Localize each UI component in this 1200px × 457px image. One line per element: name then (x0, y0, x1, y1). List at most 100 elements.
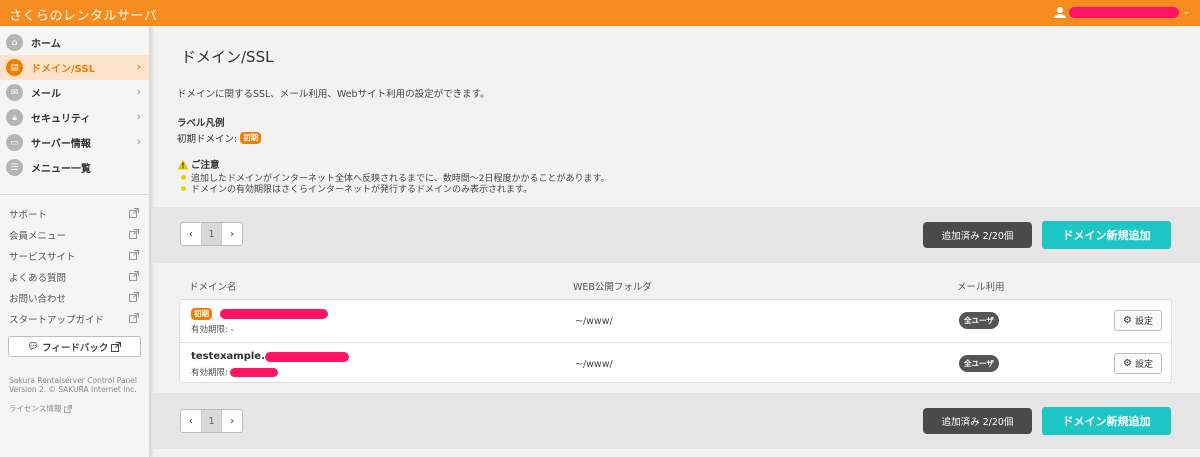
copyright: Sakura Rentalserver Control Panel Versio… (9, 376, 137, 394)
add-domain-button[interactable]: ドメイン新規追加 (1042, 407, 1171, 435)
bottom-toolbar: ‹ 1 › 追加済み 2/20個 ドメイン新規追加 (151, 393, 1200, 449)
pagination: ‹ 1 › (180, 409, 243, 433)
sidebar-item-domain-ssl[interactable]: ▤ ドメイン/SSL › (0, 55, 149, 80)
feedback-label: フィードバック (42, 342, 109, 354)
top-bar: さくらのレンタルサーバ ⌄ (0, 0, 1200, 26)
external-link-icon (64, 404, 73, 413)
feedback-button[interactable]: 💬︎ フィードバック (8, 336, 141, 357)
chevron-down-icon: ⌄ (1182, 7, 1190, 17)
redacted-username (1069, 6, 1180, 18)
next-page-button[interactable]: › (222, 223, 242, 245)
next-page-button[interactable]: › (222, 410, 242, 432)
notice-title: ご注意 (177, 157, 220, 171)
gear-icon: ⚙ (1123, 315, 1132, 326)
initial-domain-badge: 初期 (191, 308, 212, 320)
chevron-right-icon: › (136, 60, 141, 73)
prev-page-button[interactable]: ‹ (181, 223, 201, 245)
mail-usage-badge: 全ユーザ (959, 312, 999, 329)
user-menu[interactable]: ⌄ (1054, 6, 1190, 18)
web-folder: ~/www/ (575, 316, 613, 327)
domain-count-badge: 追加済み 2/20個 (923, 222, 1032, 248)
domain-count-badge: 追加済み 2/20個 (923, 408, 1032, 434)
table-row: 初期 有効期限: - ~/www/ 全ユーザ ⚙ 設定 (180, 300, 1171, 342)
pagination: ‹ 1 › (180, 222, 243, 246)
gear-icon: ⚙ (1123, 358, 1132, 369)
sidebar-item-label: セキュリティ (31, 114, 91, 125)
link-label: スタートアップガイド (9, 314, 105, 326)
prev-page-button[interactable]: ‹ (181, 410, 201, 432)
link-label: 会員メニュー (9, 230, 67, 242)
legend-label: 初期ドメイン: (177, 134, 238, 145)
current-page[interactable]: 1 (200, 410, 223, 432)
sidebar-item-label: ホーム (31, 39, 61, 50)
copyright-line: Version 2. © SAKURA Internet Inc. (9, 385, 137, 394)
settings-button[interactable]: ⚙ 設定 (1114, 310, 1162, 331)
license-label: ライセンス情報 (9, 404, 62, 413)
column-header: WEB公開フォルダ (573, 282, 652, 293)
list-item: ドメインの有効期限はさくらインターネットが発行するドメインのみ表示されます。 (181, 183, 610, 195)
sidebar-item-label: メール (31, 89, 61, 100)
settings-label: 設定 (1134, 317, 1153, 327)
link-contact[interactable]: お問い合わせ (0, 287, 149, 308)
expiry: 有効期限: (191, 366, 278, 378)
expiry-label: 有効期限: (191, 368, 228, 378)
sidebar-item-home[interactable]: ⌂ ホーム (0, 30, 149, 55)
external-link-icon (111, 341, 122, 352)
sidebar: ⌂ ホーム ▤ ドメイン/SSL › ✉ メール › 🔒︎ セキュリティ › ▭… (0, 26, 150, 457)
domain-cell: 初期 (191, 308, 328, 320)
external-link-icon (129, 271, 139, 281)
bullet-icon (181, 186, 186, 191)
bullet-icon (181, 175, 186, 180)
link-label: サービスサイト (9, 251, 76, 263)
domain-table: 初期 有効期限: - ~/www/ 全ユーザ ⚙ 設定 testexample.… (179, 299, 1172, 383)
initial-domain-badge: 初期 (240, 132, 262, 144)
chevron-right-icon: › (136, 135, 141, 148)
sidebar-item-security[interactable]: 🔒︎ セキュリティ › (0, 105, 149, 130)
warning-icon (177, 159, 189, 169)
chat-icon: 💬︎ (27, 341, 40, 352)
table-row: testexample. 有効期限: ~/www/ 全ユーザ ⚙ 設定 (180, 342, 1171, 384)
lock-icon: 🔒︎ (6, 109, 23, 126)
settings-label: 設定 (1134, 360, 1153, 370)
chevron-right-icon: › (136, 110, 141, 123)
license-link[interactable]: ライセンス情報 (9, 403, 73, 414)
column-header: メール利用 (957, 282, 1005, 293)
top-toolbar: ‹ 1 › 追加済み 2/20個 ドメイン新規追加 (151, 207, 1200, 263)
settings-button[interactable]: ⚙ 設定 (1114, 353, 1162, 374)
home-icon: ⌂ (6, 34, 23, 51)
sidebar-item-server-info[interactable]: ▭ サーバー情報 › (0, 130, 149, 155)
mail-icon: ✉ (6, 84, 23, 101)
link-service-site[interactable]: サービスサイト (0, 245, 149, 266)
redacted-domain (220, 309, 328, 319)
domain-cell: testexample. (191, 351, 349, 362)
link-label: お問い合わせ (9, 293, 67, 305)
link-support[interactable]: サポート (0, 203, 149, 224)
current-page[interactable]: 1 (200, 223, 223, 245)
sidebar-item-label: サーバー情報 (31, 139, 91, 150)
external-link-icon (129, 292, 139, 302)
add-domain-button[interactable]: ドメイン新規追加 (1042, 221, 1171, 249)
legend-title: ラベル凡例 (177, 118, 225, 129)
external-link-icon (129, 208, 139, 218)
domain-name: testexample. (191, 351, 265, 362)
legend-row: 初期ドメイン: 初期 (177, 131, 262, 145)
redacted-expiry (229, 367, 278, 377)
server-icon: ▭ (6, 134, 23, 151)
link-label: サポート (9, 209, 48, 221)
link-faq[interactable]: よくある質問 (0, 266, 149, 287)
external-link-icon (129, 229, 139, 239)
brand-title[interactable]: さくらのレンタルサーバ (9, 5, 157, 24)
expiry: 有効期限: - (191, 325, 234, 335)
link-startup-guide[interactable]: スタートアップガイド (0, 308, 149, 329)
sidebar-item-mail[interactable]: ✉ メール › (0, 80, 149, 105)
chevron-right-icon: › (136, 85, 141, 98)
external-link-icon (129, 250, 139, 260)
web-folder: ~/www/ (575, 359, 613, 370)
redacted-domain (264, 351, 349, 362)
external-link-icon (129, 313, 139, 323)
link-member-menu[interactable]: 会員メニュー (0, 224, 149, 245)
main-content: ドメイン/SSL ドメインに関するSSL、メール利用、Webサイト利用の設定がで… (151, 26, 1200, 457)
domain-icon: ▤ (6, 59, 23, 76)
notice-text: ドメインの有効期限はさくらインターネットが発行するドメインのみ表示されます。 (191, 185, 533, 195)
sidebar-item-menu-list[interactable]: ☰ メニュー一覧 (0, 155, 149, 180)
